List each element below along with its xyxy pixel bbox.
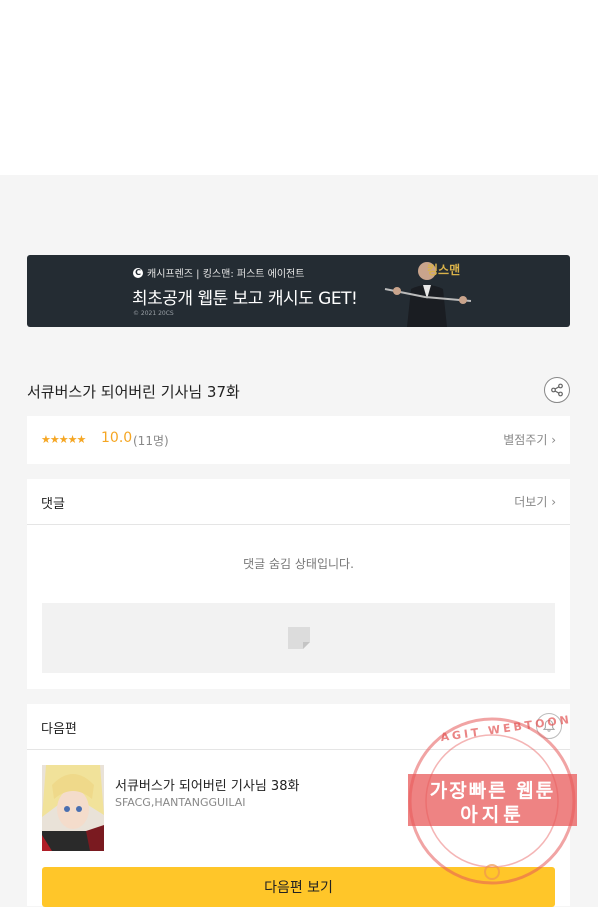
- share-button[interactable]: [544, 377, 570, 403]
- next-episode-card: 다음편 서큐버스가 되어버린 기사님 38화 SFACG,HANTANGGUIL…: [27, 704, 570, 907]
- next-episode-button[interactable]: 다음편 보기: [42, 867, 555, 907]
- next-header-title: 다음편: [41, 722, 77, 737]
- share-icon: [551, 383, 563, 397]
- comment-hidden-message: 댓글 숨김 상태입니다.: [243, 557, 354, 571]
- rating-score: 10.0: [101, 430, 133, 446]
- next-episode-thumbnail[interactable]: [42, 765, 104, 851]
- banner-copyright: © 2021 20CS: [133, 310, 174, 317]
- banner-headline: 최초공개 웹툰 보고 캐시도 GET!: [132, 289, 358, 309]
- banner-brand: C 캐시프렌즈 | 킹스맨: 퍼스트 에이전트: [133, 265, 304, 280]
- rating-card: ★★★★★ 10.0 (11명) 별점주기 ›: [27, 416, 570, 464]
- image-placeholder-icon: [288, 627, 310, 649]
- comment-placeholder: [42, 603, 555, 673]
- cash-logo-icon: C: [133, 267, 143, 278]
- rating-count: (11명): [133, 434, 169, 448]
- next-episode-title[interactable]: 서큐버스가 되어버린 기사님 38화: [115, 775, 299, 794]
- ad-blank-area: [0, 0, 598, 175]
- banner-movie-title: 킹스맨: [427, 263, 461, 277]
- comment-card: 댓글 더보기 › 댓글 숨김 상태입니다.: [27, 479, 570, 689]
- episode-title-row: 서큐버스가 되어버린 기사님 37화: [27, 375, 570, 405]
- comment-header-title: 댓글: [41, 497, 65, 512]
- comment-header: 댓글 더보기 ›: [27, 479, 570, 525]
- bell-icon: [542, 719, 556, 732]
- promo-banner[interactable]: C 캐시프렌즈 | 킹스맨: 퍼스트 에이전트 최초공개 웹툰 보고 캐시도 G…: [27, 255, 570, 327]
- notification-button[interactable]: [536, 713, 562, 739]
- rate-button[interactable]: 별점주기 ›: [503, 431, 556, 448]
- comment-more-link[interactable]: 더보기 ›: [514, 493, 556, 510]
- banner-brand-text: 캐시프렌즈 | 킹스맨: 퍼스트 에이전트: [147, 269, 305, 280]
- rating-stars: ★★★★★: [41, 433, 86, 446]
- next-header: 다음편: [27, 704, 570, 750]
- next-episode-authors: SFACG,HANTANGGUILAI: [115, 796, 246, 809]
- episode-title: 서큐버스가 되어버린 기사님 37화: [27, 383, 240, 401]
